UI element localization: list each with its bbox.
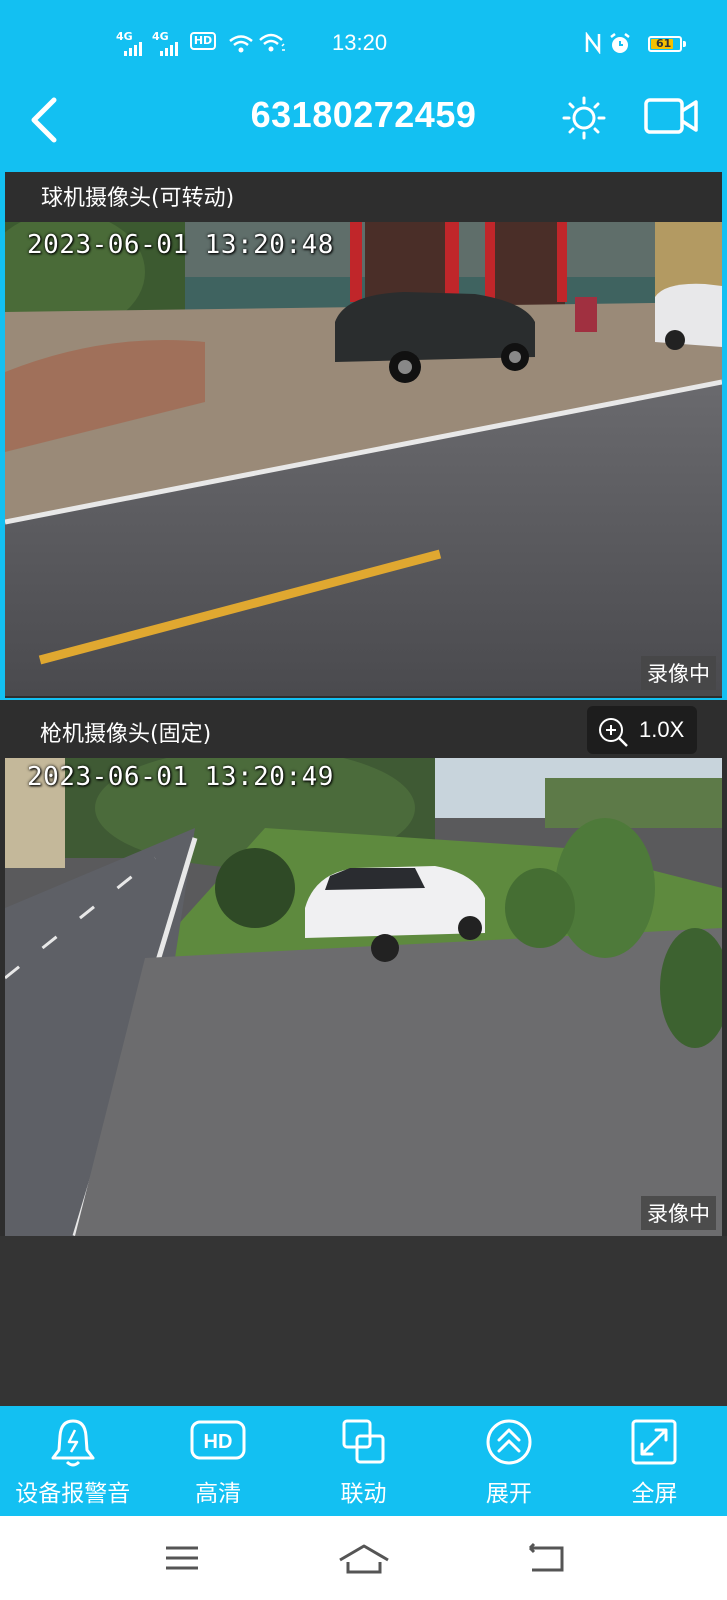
camera-2-label: 枪机摄像头(固定) xyxy=(40,722,212,747)
camera-1-recording-badge: 录像中 xyxy=(641,656,716,690)
hd-button[interactable]: HD 高清 xyxy=(145,1406,290,1516)
expand-chevrons-icon xyxy=(486,1419,532,1465)
sim2-signal-icon xyxy=(160,42,178,56)
link-squares-icon xyxy=(342,1419,385,1464)
linkage-label: 联动 xyxy=(340,1481,387,1507)
hd-voice-icon: HD xyxy=(190,32,216,50)
expand-button[interactable]: 展开 xyxy=(436,1406,581,1516)
hd-icon: HD xyxy=(190,1420,246,1460)
nfc-icon xyxy=(585,32,601,54)
fullscreen-label: 全屏 xyxy=(631,1481,678,1507)
back-nav-icon[interactable] xyxy=(516,1538,576,1578)
zoom-control[interactable]: 1.0X xyxy=(587,706,697,754)
zoom-level: 1.0X xyxy=(639,717,685,742)
camera-1-scene-image xyxy=(5,222,722,696)
fullscreen-icon xyxy=(631,1419,677,1465)
sim1-signal-icon xyxy=(124,42,142,56)
hd-label: 高清 xyxy=(195,1481,242,1507)
camera-panel-1[interactable]: 球机摄像头(可转动) 2023-06-01 13:20:48 录像中 xyxy=(0,170,727,700)
alarm-sound-button[interactable]: 设备报警音 xyxy=(0,1406,145,1516)
home-nav-icon[interactable] xyxy=(334,1538,394,1578)
status-time: 13:20 xyxy=(332,30,388,55)
camera-1-timestamp: 2023-06-01 13:20:48 xyxy=(27,230,334,260)
wifi-hotspot-icon xyxy=(259,33,285,52)
bottom-toolbar: 设备报警音 HD 高清 联动 展开 全屏 xyxy=(0,1406,727,1516)
battery-level: 61 xyxy=(656,37,672,50)
menu-nav-icon[interactable] xyxy=(152,1538,212,1578)
linkage-button[interactable]: 联动 xyxy=(291,1406,436,1516)
camera-2-recording-badge: 录像中 xyxy=(641,1196,716,1230)
system-nav-bar xyxy=(0,1516,727,1600)
brightness-icon[interactable] xyxy=(562,96,606,140)
camera-2-video[interactable]: 2023-06-01 13:20:49 录像中 xyxy=(5,758,722,1236)
device-id-title: 63180272459 xyxy=(250,94,477,135)
camera-2-scene-image xyxy=(5,758,722,1236)
wifi-icon xyxy=(229,35,253,53)
alarm-sound-label: 设备报警音 xyxy=(15,1481,131,1507)
status-bar: 4G 4G HD 13:20 61 xyxy=(0,28,727,62)
camera-1-video[interactable]: 2023-06-01 13:20:48 录像中 xyxy=(5,222,722,696)
alarm-clock-icon xyxy=(610,33,630,53)
top-header: 4G 4G HD 13:20 61 63180272459 xyxy=(0,0,727,170)
battery-icon: 61 xyxy=(648,36,686,52)
zoom-in-icon xyxy=(599,718,628,747)
svg-text:HD: HD xyxy=(204,1431,233,1453)
fullscreen-button[interactable]: 全屏 xyxy=(582,1406,727,1516)
camera-1-label: 球机摄像头(可转动) xyxy=(41,186,235,211)
camera-2-timestamp: 2023-06-01 13:20:49 xyxy=(27,762,334,792)
app-bar: 63180272459 xyxy=(0,84,727,154)
expand-label: 展开 xyxy=(485,1481,532,1507)
camera-panel-2[interactable]: 枪机摄像头(固定) 1.0X 2023-06-01 13:20:49 录像中 xyxy=(0,700,727,1236)
video-record-icon[interactable] xyxy=(644,96,698,136)
alarm-bell-icon xyxy=(51,1419,95,1467)
